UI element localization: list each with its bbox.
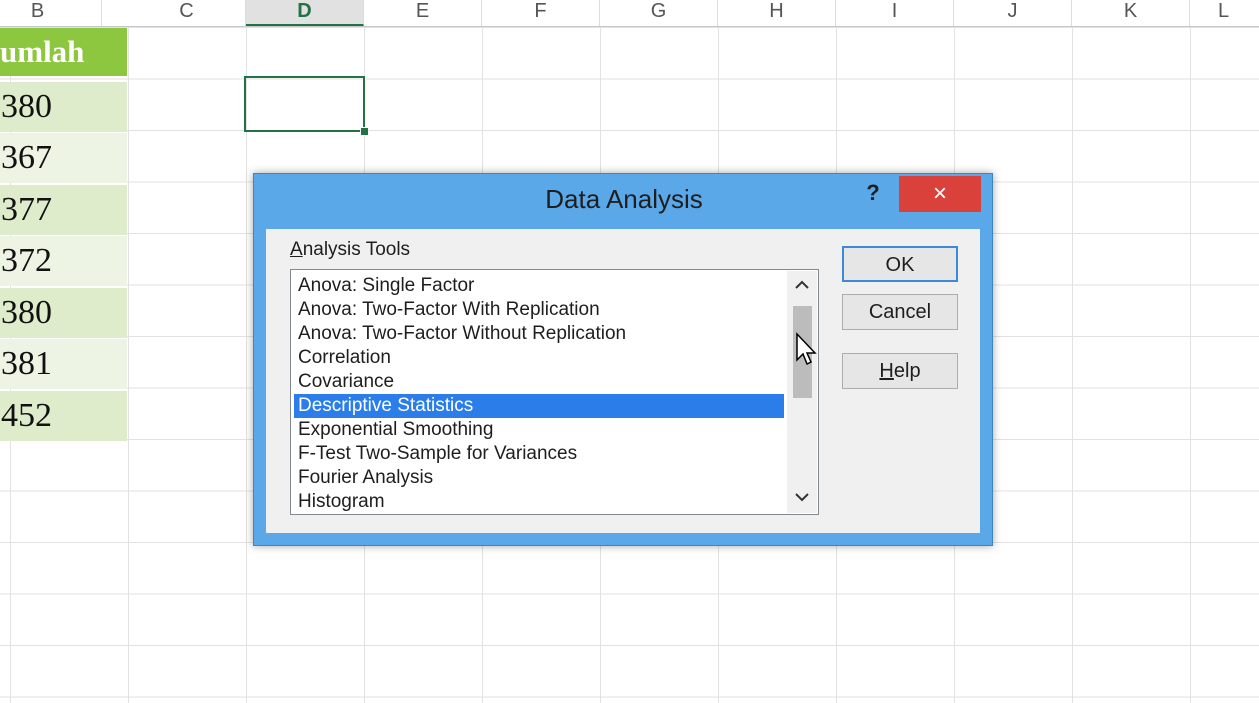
ok-button[interactable]: OK bbox=[842, 246, 958, 282]
column-header-h[interactable]: H bbox=[718, 0, 836, 26]
cell-b7[interactable]: 380 bbox=[0, 288, 127, 338]
cell-b5[interactable]: 377 bbox=[0, 185, 127, 235]
analysis-tools-listbox[interactable]: Anova: Single Factor Anova: Two-Factor W… bbox=[290, 269, 819, 515]
column-header-e[interactable]: E bbox=[364, 0, 482, 26]
help-button[interactable]: Help bbox=[842, 353, 958, 389]
column-header-l[interactable]: L bbox=[1190, 0, 1259, 26]
list-item-descriptive-statistics[interactable]: Descriptive Statistics bbox=[294, 394, 784, 418]
close-icon: × bbox=[932, 180, 947, 207]
list-item-exponential-smoothing[interactable]: Exponential Smoothing bbox=[294, 418, 784, 442]
analysis-tools-label: Analysis Tools bbox=[290, 239, 411, 260]
column-header-b[interactable]: B bbox=[0, 0, 102, 26]
column-header-d[interactable]: D bbox=[246, 0, 364, 26]
column-header-k[interactable]: K bbox=[1072, 0, 1190, 26]
column-header-c[interactable]: C bbox=[128, 0, 246, 26]
list-item-fourier-analysis[interactable]: Fourier Analysis bbox=[294, 466, 784, 490]
mouse-cursor-icon bbox=[796, 332, 817, 366]
fill-handle[interactable] bbox=[360, 127, 369, 136]
list-item-anova-single-factor[interactable]: Anova: Single Factor bbox=[294, 274, 784, 298]
list-item-f-test-two-sample[interactable]: F-Test Two-Sample for Variances bbox=[294, 442, 784, 466]
column-header-i[interactable]: I bbox=[836, 0, 954, 26]
cell-b3[interactable]: 380 bbox=[0, 82, 127, 132]
cell-b9[interactable]: 452 bbox=[0, 391, 127, 441]
list-item-anova-two-factor-with-replication[interactable]: Anova: Two-Factor With Replication bbox=[294, 298, 784, 322]
scroll-up-icon[interactable] bbox=[787, 273, 817, 299]
close-button[interactable]: × bbox=[899, 176, 981, 212]
column-header-j[interactable]: J bbox=[954, 0, 1072, 26]
cell-b8[interactable]: 381 bbox=[0, 339, 127, 389]
dialog-body: Analysis Tools Anova: Single Factor Anov… bbox=[266, 229, 980, 533]
active-cell-d2[interactable] bbox=[244, 76, 365, 132]
list-item-covariance[interactable]: Covariance bbox=[294, 370, 784, 394]
list-item-histogram[interactable]: Histogram bbox=[294, 490, 784, 514]
cell-b6[interactable]: 372 bbox=[0, 236, 127, 286]
scroll-down-icon[interactable] bbox=[787, 485, 817, 511]
column-header-f[interactable]: F bbox=[482, 0, 600, 26]
column-header-g[interactable]: G bbox=[600, 0, 718, 26]
column-header-row: B C D E F G H I J K L bbox=[0, 0, 1259, 27]
cell-header-jumlah[interactable]: umlah bbox=[0, 28, 127, 76]
cell-b4[interactable]: 367 bbox=[0, 133, 127, 183]
list-item-anova-two-factor-without-replication[interactable]: Anova: Two-Factor Without Replication bbox=[294, 322, 784, 346]
list-item-correlation[interactable]: Correlation bbox=[294, 346, 784, 370]
cancel-button[interactable]: Cancel bbox=[842, 294, 958, 330]
listbox-scrollbar[interactable] bbox=[787, 271, 817, 513]
help-icon[interactable]: ? bbox=[861, 180, 885, 208]
data-analysis-dialog: Data Analysis ? × Analysis Tools Anova: … bbox=[253, 173, 993, 546]
